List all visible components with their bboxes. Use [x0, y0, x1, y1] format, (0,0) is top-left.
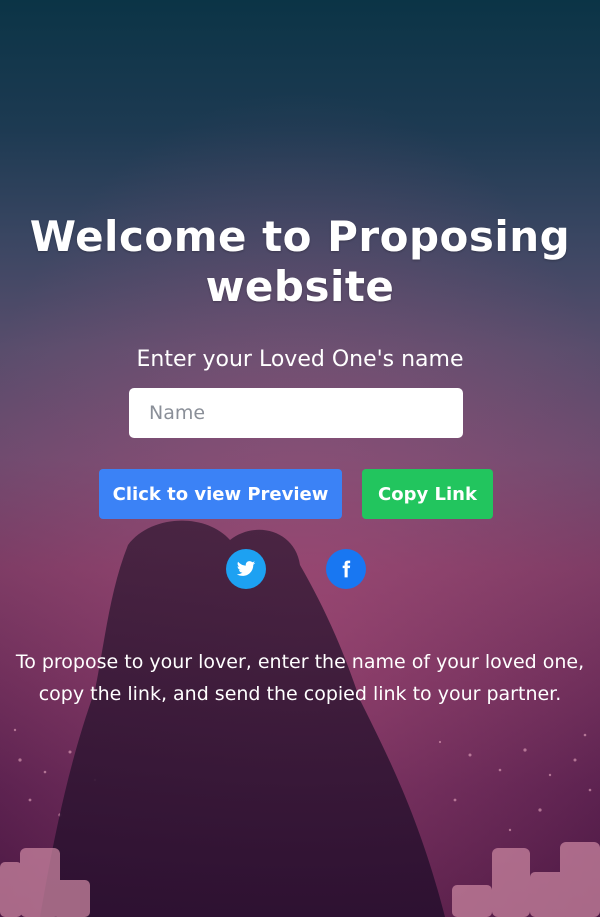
instructions-text: To propose to your lover, enter the name… [15, 651, 585, 705]
copy-link-button[interactable]: Copy Link [362, 469, 493, 519]
name-prompt-label: Enter your Loved One's name [136, 347, 464, 372]
twitter-icon [236, 561, 256, 576]
facebook-icon [342, 560, 351, 578]
page-title: Welcome to Proposing website [29, 212, 571, 311]
facebook-share-button[interactable] [326, 549, 366, 589]
main-container: Welcome to Proposing website Enter your … [0, 0, 600, 917]
preview-button[interactable]: Click to view Preview [99, 469, 342, 519]
name-input[interactable] [129, 388, 463, 438]
twitter-share-button[interactable] [226, 549, 266, 589]
